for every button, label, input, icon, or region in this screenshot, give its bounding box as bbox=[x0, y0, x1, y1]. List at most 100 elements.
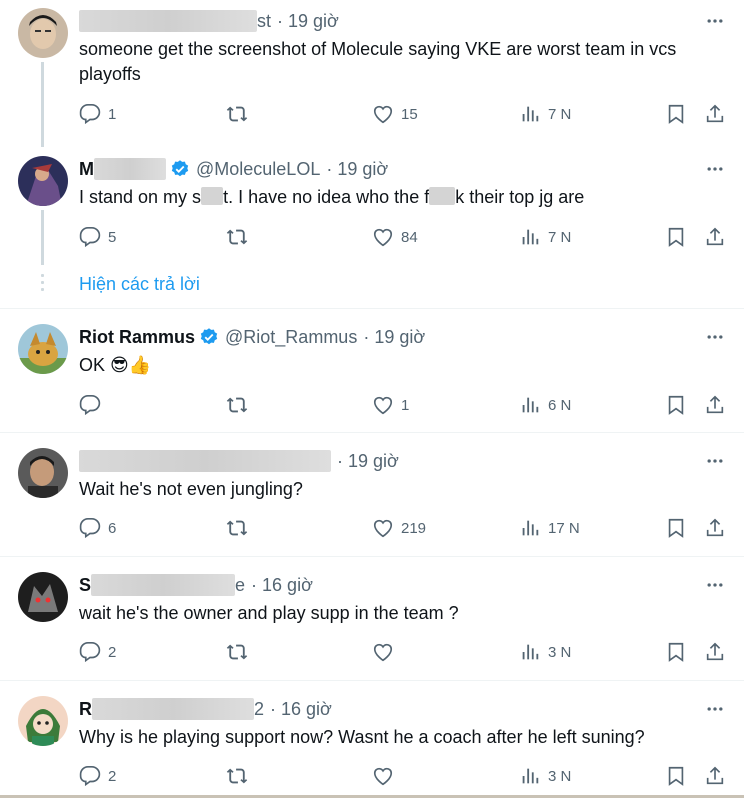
tweet-handle[interactable]: @Riot_Rammus bbox=[225, 327, 357, 348]
avatar[interactable] bbox=[18, 324, 68, 374]
views-button[interactable]: 7 N bbox=[519, 103, 571, 125]
bookmark-icon bbox=[668, 518, 684, 538]
retweet-button[interactable] bbox=[226, 765, 248, 787]
like-button[interactable]: 15 bbox=[372, 103, 418, 125]
avatar[interactable] bbox=[18, 8, 68, 58]
tweet-handle[interactable]: @MoleculeLOL bbox=[196, 159, 320, 180]
tweet-time[interactable]: 16 giờ bbox=[281, 699, 332, 720]
share-button[interactable] bbox=[704, 517, 726, 539]
reply-icon bbox=[79, 518, 101, 539]
avatar[interactable] bbox=[18, 156, 68, 206]
more-icon[interactable] bbox=[704, 450, 726, 472]
tweet-name[interactable]: S bbox=[79, 575, 91, 596]
share-button[interactable] bbox=[704, 226, 726, 248]
more-icon[interactable] bbox=[704, 158, 726, 180]
avatar[interactable] bbox=[18, 572, 68, 622]
tweet-name[interactable]: Riot Rammus bbox=[79, 327, 195, 348]
bookmark-button[interactable] bbox=[665, 394, 687, 416]
more-icon[interactable] bbox=[704, 574, 726, 596]
verified-icon bbox=[200, 328, 218, 345]
reply-button[interactable]: 6 bbox=[79, 517, 116, 539]
tweet-actions: 5 84 7 N bbox=[0, 226, 744, 250]
views-icon bbox=[522, 106, 539, 122]
like-icon bbox=[373, 396, 393, 415]
like-button[interactable]: 219 bbox=[372, 517, 426, 539]
redacted-name bbox=[94, 158, 166, 180]
verified-icon bbox=[171, 160, 189, 177]
reply-button[interactable]: 1 bbox=[79, 103, 116, 125]
bookmark-button[interactable] bbox=[665, 226, 687, 248]
like-button[interactable]: 84 bbox=[372, 226, 418, 248]
share-button[interactable] bbox=[704, 394, 726, 416]
tweet-time[interactable]: 19 giờ bbox=[348, 451, 399, 472]
tweet-actions: 1 6 N bbox=[0, 394, 744, 418]
retweet-button[interactable] bbox=[226, 226, 248, 248]
bookmark-icon bbox=[668, 104, 684, 124]
tweet-handle[interactable]: st bbox=[257, 11, 271, 32]
views-count: 17 N bbox=[548, 519, 580, 537]
views-button[interactable]: 7 N bbox=[519, 226, 571, 248]
share-icon bbox=[706, 766, 724, 785]
tweet-name[interactable]: R bbox=[79, 699, 92, 720]
avatar[interactable] bbox=[18, 696, 68, 746]
retweet-icon bbox=[226, 106, 248, 122]
share-icon bbox=[706, 518, 724, 537]
like-button[interactable]: 1 bbox=[372, 394, 409, 416]
reply-icon bbox=[79, 104, 101, 125]
reply-button[interactable]: 5 bbox=[79, 226, 116, 248]
tweet-text: wait he's the owner and play supp in the… bbox=[79, 603, 459, 623]
censor-blur bbox=[429, 187, 456, 205]
tweet-time[interactable]: 16 giờ bbox=[262, 575, 313, 596]
views-button[interactable]: 3 N bbox=[519, 765, 571, 787]
more-icon[interactable] bbox=[704, 698, 726, 720]
share-button[interactable] bbox=[704, 765, 726, 787]
avatar[interactable] bbox=[18, 448, 68, 498]
views-button[interactable]: 17 N bbox=[519, 517, 580, 539]
tweet-text: someone get the screenshot of Molecule s… bbox=[79, 39, 677, 84]
reply-count: 2 bbox=[108, 767, 117, 785]
reply-button[interactable]: 2 bbox=[79, 765, 116, 787]
like-count: 15 bbox=[401, 105, 418, 123]
share-button[interactable] bbox=[704, 103, 726, 125]
bookmark-button[interactable] bbox=[665, 765, 687, 787]
views-icon bbox=[522, 397, 539, 413]
views-count: 3 N bbox=[548, 767, 572, 785]
views-button[interactable]: 6 N bbox=[519, 394, 571, 416]
retweet-button[interactable] bbox=[226, 394, 248, 416]
bookmark-button[interactable] bbox=[665, 517, 687, 539]
reply-button[interactable]: 2 bbox=[79, 641, 116, 663]
reply-button[interactable] bbox=[79, 394, 101, 416]
tweet-text: Wait he's not even jungling? bbox=[79, 479, 303, 499]
like-button[interactable] bbox=[372, 641, 394, 663]
share-button[interactable] bbox=[704, 641, 726, 663]
like-button[interactable] bbox=[372, 765, 394, 787]
tweet-text: I stand on my s t. I have no idea who the… bbox=[79, 185, 729, 210]
views-button[interactable]: 3 N bbox=[519, 641, 571, 663]
retweet-button[interactable] bbox=[226, 103, 248, 125]
reply-icon bbox=[79, 766, 101, 787]
tweet-text: Why is he playing support now? Wasnt he … bbox=[79, 727, 645, 747]
separator: · bbox=[277, 10, 284, 31]
more-icon[interactable] bbox=[704, 326, 726, 348]
more-icon[interactable] bbox=[704, 10, 726, 32]
tweet-name[interactable]: M bbox=[79, 159, 94, 180]
like-icon bbox=[373, 519, 393, 538]
bookmark-button[interactable] bbox=[665, 103, 687, 125]
views-count: 3 N bbox=[548, 643, 572, 661]
like-icon bbox=[373, 105, 393, 124]
tweet-header: Riot Rammus @Riot_Rammus · 19 giờ bbox=[79, 325, 425, 349]
like-icon bbox=[373, 643, 393, 662]
tweet-time[interactable]: 19 giờ bbox=[288, 11, 339, 32]
bookmark-button[interactable] bbox=[665, 641, 687, 663]
tweet-handle[interactable]: e bbox=[235, 575, 245, 596]
tweet-time[interactable]: 19 giờ bbox=[337, 159, 388, 180]
tweet-header: · 19 giờ bbox=[79, 449, 399, 473]
retweet-button[interactable] bbox=[226, 517, 248, 539]
retweet-icon bbox=[226, 229, 248, 245]
tweet-time[interactable]: 19 giờ bbox=[374, 327, 425, 348]
tweet-handle[interactable]: 2 bbox=[254, 699, 264, 720]
like-icon bbox=[373, 228, 393, 247]
show-replies-link[interactable]: Hiện các trả lời bbox=[79, 274, 200, 295]
bookmark-icon bbox=[668, 227, 684, 247]
retweet-button[interactable] bbox=[226, 641, 248, 663]
